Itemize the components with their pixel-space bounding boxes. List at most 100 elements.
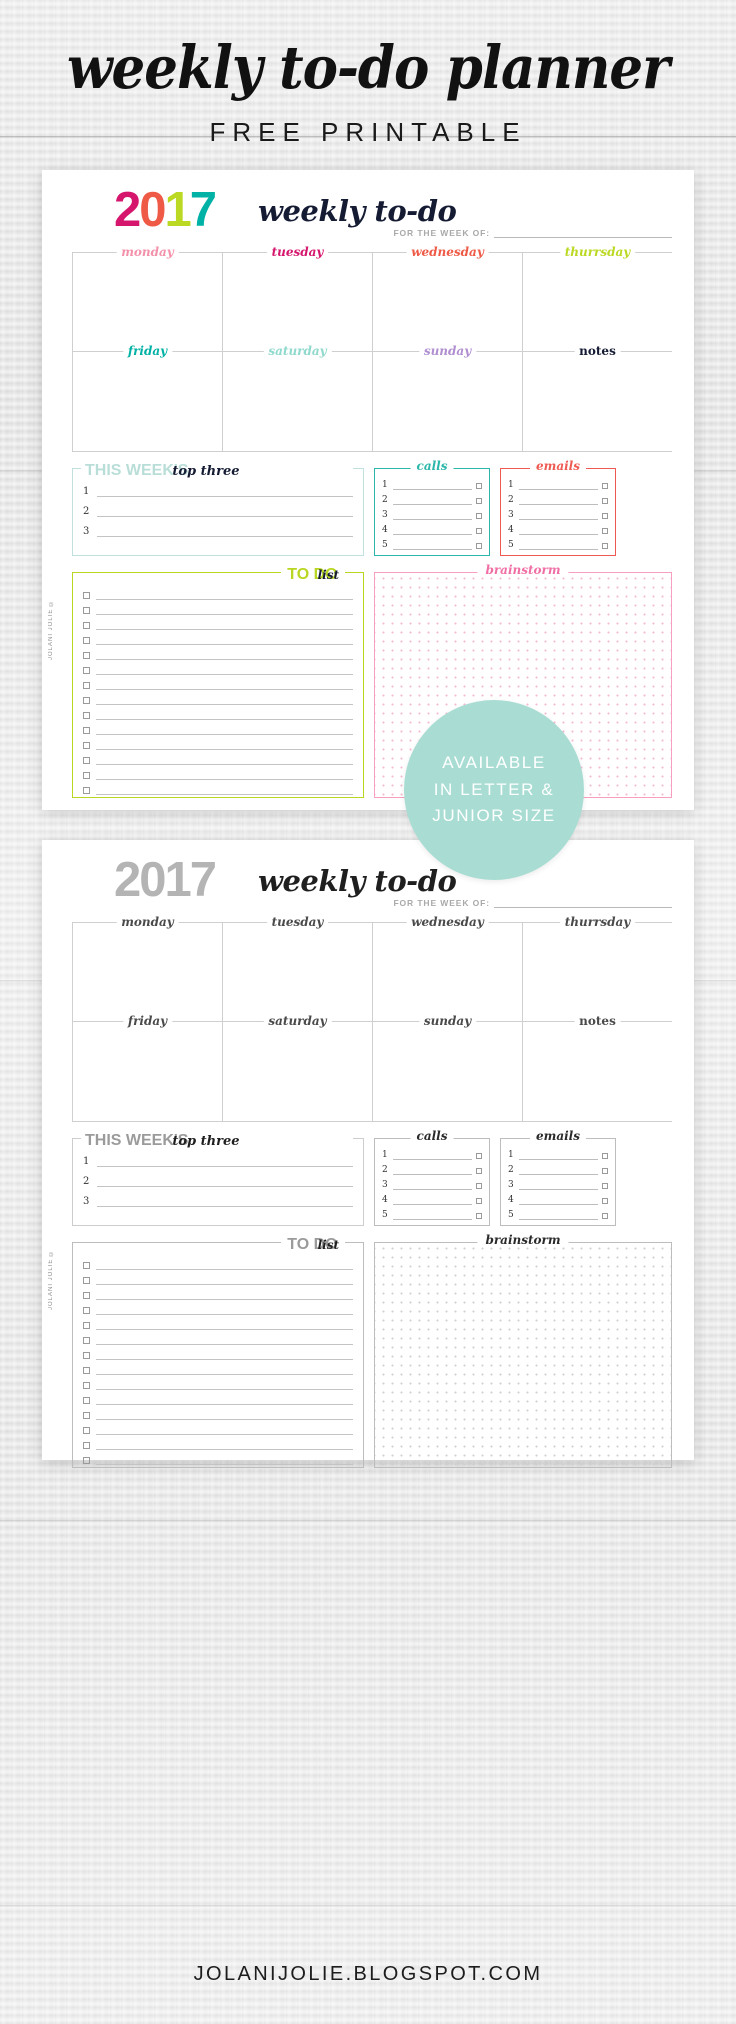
emails-row[interactable]: 1	[508, 480, 608, 490]
todo-row[interactable]	[83, 618, 353, 630]
calls-row[interactable]: 4	[382, 1195, 482, 1205]
day-cell-notes[interactable]: notes	[523, 1014, 672, 1122]
checkbox[interactable]	[476, 483, 482, 489]
checkbox[interactable]	[83, 637, 90, 644]
top-three-row[interactable]: 1	[83, 486, 353, 497]
row-line[interactable]	[393, 1195, 472, 1205]
todo-row[interactable]	[83, 678, 353, 690]
row-line[interactable]	[97, 506, 353, 517]
emails-row[interactable]: 2	[508, 495, 608, 505]
row-line[interactable]	[393, 540, 472, 550]
row-line[interactable]	[519, 510, 598, 520]
todo-row[interactable]	[83, 588, 353, 600]
row-line[interactable]	[96, 1333, 353, 1345]
day-cell-thurrsday[interactable]: thurrsday	[523, 245, 672, 352]
row-line[interactable]	[96, 708, 353, 720]
row-line[interactable]	[97, 1176, 353, 1187]
todo-row[interactable]	[83, 1378, 353, 1390]
day-cell-tuesday[interactable]: tuesday	[223, 915, 373, 1022]
checkbox[interactable]	[83, 622, 90, 629]
emails-row[interactable]: 4	[508, 525, 608, 535]
todo-row[interactable]	[83, 738, 353, 750]
top-three-row[interactable]: 3	[83, 526, 353, 537]
checkbox[interactable]	[83, 1457, 90, 1464]
calls-row[interactable]: 2	[382, 495, 482, 505]
row-line[interactable]	[96, 783, 353, 795]
row-line[interactable]	[519, 540, 598, 550]
todo-row[interactable]	[83, 1363, 353, 1375]
checkbox[interactable]	[83, 667, 90, 674]
day-cell-saturday[interactable]: saturday	[223, 1014, 373, 1122]
top-three-row[interactable]: 2	[83, 1176, 353, 1187]
calls-row[interactable]: 1	[382, 480, 482, 490]
row-line[interactable]	[393, 525, 472, 535]
checkbox[interactable]	[83, 1412, 90, 1419]
todo-row[interactable]	[83, 648, 353, 660]
checkbox[interactable]	[602, 1198, 608, 1204]
day-cell-friday[interactable]: friday	[72, 344, 223, 452]
calls-row[interactable]: 3	[382, 1180, 482, 1190]
checkbox[interactable]	[83, 1367, 90, 1374]
checkbox[interactable]	[602, 483, 608, 489]
checkbox[interactable]	[602, 1213, 608, 1219]
todo-row[interactable]	[83, 768, 353, 780]
row-line[interactable]	[97, 1156, 353, 1167]
todo-row[interactable]	[83, 1318, 353, 1330]
row-line[interactable]	[96, 1393, 353, 1405]
todo-row[interactable]	[83, 1453, 353, 1465]
row-line[interactable]	[96, 1363, 353, 1375]
todo-row[interactable]	[83, 693, 353, 705]
todo-row[interactable]	[83, 723, 353, 735]
row-line[interactable]	[96, 648, 353, 660]
day-cell-thurrsday[interactable]: thurrsday	[523, 915, 672, 1022]
row-line[interactable]	[519, 1210, 598, 1220]
week-of-field[interactable]: FOR THE WEEK OF:	[393, 228, 672, 238]
calls-row[interactable]: 5	[382, 1210, 482, 1220]
checkbox[interactable]	[476, 543, 482, 549]
top-three-row[interactable]: 3	[83, 1196, 353, 1207]
emails-row[interactable]: 3	[508, 510, 608, 520]
checkbox[interactable]	[83, 1382, 90, 1389]
emails-row[interactable]: 1	[508, 1150, 608, 1160]
todo-row[interactable]	[83, 1348, 353, 1360]
checkbox[interactable]	[476, 498, 482, 504]
top-three-row[interactable]: 2	[83, 506, 353, 517]
todo-row[interactable]	[83, 1423, 353, 1435]
checkbox[interactable]	[83, 1352, 90, 1359]
row-line[interactable]	[393, 1165, 472, 1175]
checkbox[interactable]	[83, 757, 90, 764]
checkbox[interactable]	[83, 682, 90, 689]
row-line[interactable]	[519, 1165, 598, 1175]
checkbox[interactable]	[83, 1427, 90, 1434]
day-cell-saturday[interactable]: saturday	[223, 344, 373, 452]
row-line[interactable]	[393, 480, 472, 490]
todo-row[interactable]	[83, 663, 353, 675]
row-line[interactable]	[96, 1423, 353, 1435]
day-cell-wednesday[interactable]: wednesday	[373, 915, 523, 1022]
row-line[interactable]	[519, 1180, 598, 1190]
checkbox[interactable]	[83, 1262, 90, 1269]
day-cell-sunday[interactable]: sunday	[373, 344, 523, 452]
row-line[interactable]	[393, 1180, 472, 1190]
calls-row[interactable]: 2	[382, 1165, 482, 1175]
row-line[interactable]	[96, 633, 353, 645]
todo-row[interactable]	[83, 1258, 353, 1270]
emails-row[interactable]: 5	[508, 540, 608, 550]
checkbox[interactable]	[83, 712, 90, 719]
row-line[interactable]	[96, 1378, 353, 1390]
todo-row[interactable]	[83, 1393, 353, 1405]
week-of-line[interactable]	[494, 229, 672, 238]
day-cell-sunday[interactable]: sunday	[373, 1014, 523, 1122]
checkbox[interactable]	[83, 592, 90, 599]
row-line[interactable]	[96, 753, 353, 765]
todo-row[interactable]	[83, 603, 353, 615]
day-cell-notes[interactable]: notes	[523, 344, 672, 452]
checkbox[interactable]	[83, 1322, 90, 1329]
todo-row[interactable]	[83, 1288, 353, 1300]
checkbox[interactable]	[602, 498, 608, 504]
day-cell-monday[interactable]: monday	[72, 245, 223, 352]
checkbox[interactable]	[476, 1213, 482, 1219]
todo-row[interactable]	[83, 1273, 353, 1285]
checkbox[interactable]	[83, 1292, 90, 1299]
day-cell-friday[interactable]: friday	[72, 1014, 223, 1122]
